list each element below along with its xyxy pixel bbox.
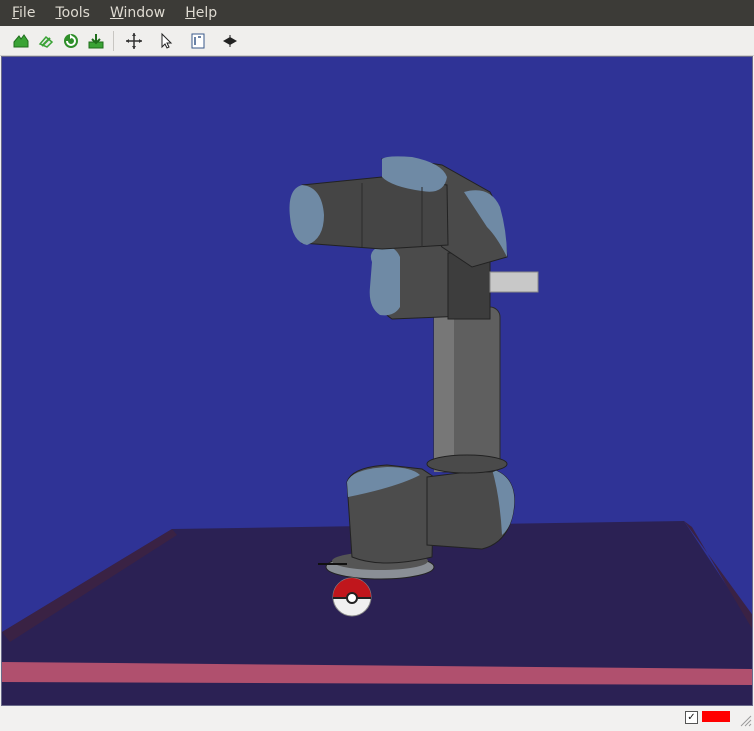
menu-file[interactable]: File — [12, 5, 35, 21]
status-checkbox[interactable]: ✓ — [685, 711, 698, 724]
robot-tool-flange — [489, 271, 539, 293]
move-icon[interactable] — [123, 30, 145, 52]
resize-grip-icon[interactable] — [738, 712, 752, 727]
measure-icon[interactable] — [187, 30, 209, 52]
toolbar-separator — [113, 30, 114, 51]
toolbar — [0, 26, 754, 56]
open-world-icon[interactable] — [10, 30, 32, 52]
select-pointer-icon[interactable] — [155, 30, 177, 52]
export-icon[interactable] — [85, 30, 107, 52]
menu-help[interactable]: Help — [185, 5, 217, 21]
view-plane-icon[interactable] — [219, 30, 241, 52]
status-color-indicator — [702, 711, 730, 722]
menu-bar: File Tools Window Help — [0, 0, 754, 26]
3d-viewport[interactable] — [1, 56, 753, 706]
menu-tools[interactable]: Tools — [55, 5, 90, 21]
scene-canvas — [2, 57, 752, 705]
pokeball-object — [332, 577, 372, 617]
reload-icon[interactable] — [60, 30, 82, 52]
save-world-icon[interactable] — [35, 30, 57, 52]
status-bar — [0, 706, 754, 728]
menu-window[interactable]: Window — [110, 5, 165, 21]
